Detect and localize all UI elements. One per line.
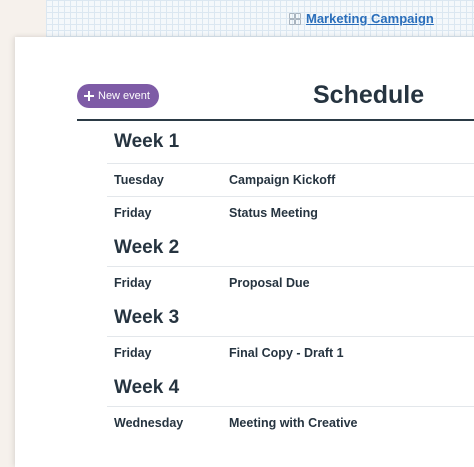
plus-icon [84,91,94,101]
event-row[interactable]: Friday Final Copy - Draft 1 [107,337,474,369]
schedule-card: New event Schedule Week 1 Tuesday Campai… [15,37,474,467]
event-day: Tuesday [114,173,164,187]
event-row[interactable]: Wednesday Meeting with Creative [107,407,474,439]
week-heading: Week 1 [107,121,474,164]
week-section: Week 1 Tuesday Campaign Kickoff Friday S… [107,121,474,229]
event-row[interactable]: Friday Proposal Due [107,267,474,299]
event-day: Wednesday [114,416,184,430]
grid-icon [289,12,301,25]
week-heading: Week 2 [107,229,474,267]
event-row[interactable]: Friday Status Meeting [107,197,474,229]
event-day: Friday [114,276,152,290]
new-event-label: New event [98,90,150,102]
week-section: Week 3 Friday Final Copy - Draft 1 [107,299,474,369]
event-day: Friday [114,206,152,220]
new-event-button[interactable]: New event [77,84,159,108]
marketing-campaign-link[interactable]: Marketing Campaign [306,11,434,26]
event-title: Final Copy - Draft 1 [229,346,344,360]
event-title: Proposal Due [229,276,310,290]
week-heading: Week 3 [107,299,474,337]
breadcrumb: Marketing Campaign [289,11,434,26]
week-heading: Week 4 [107,369,474,407]
week-section: Week 4 Wednesday Meeting with Creative [107,369,474,439]
week-section: Week 2 Friday Proposal Due [107,229,474,299]
event-title: Status Meeting [229,206,318,220]
event-day: Friday [114,346,152,360]
event-row[interactable]: Tuesday Campaign Kickoff [107,164,474,197]
event-title: Campaign Kickoff [229,173,336,187]
page-title: Schedule [313,81,425,109]
event-title: Meeting with Creative [229,416,358,430]
schedule-list: Week 1 Tuesday Campaign Kickoff Friday S… [107,121,474,439]
